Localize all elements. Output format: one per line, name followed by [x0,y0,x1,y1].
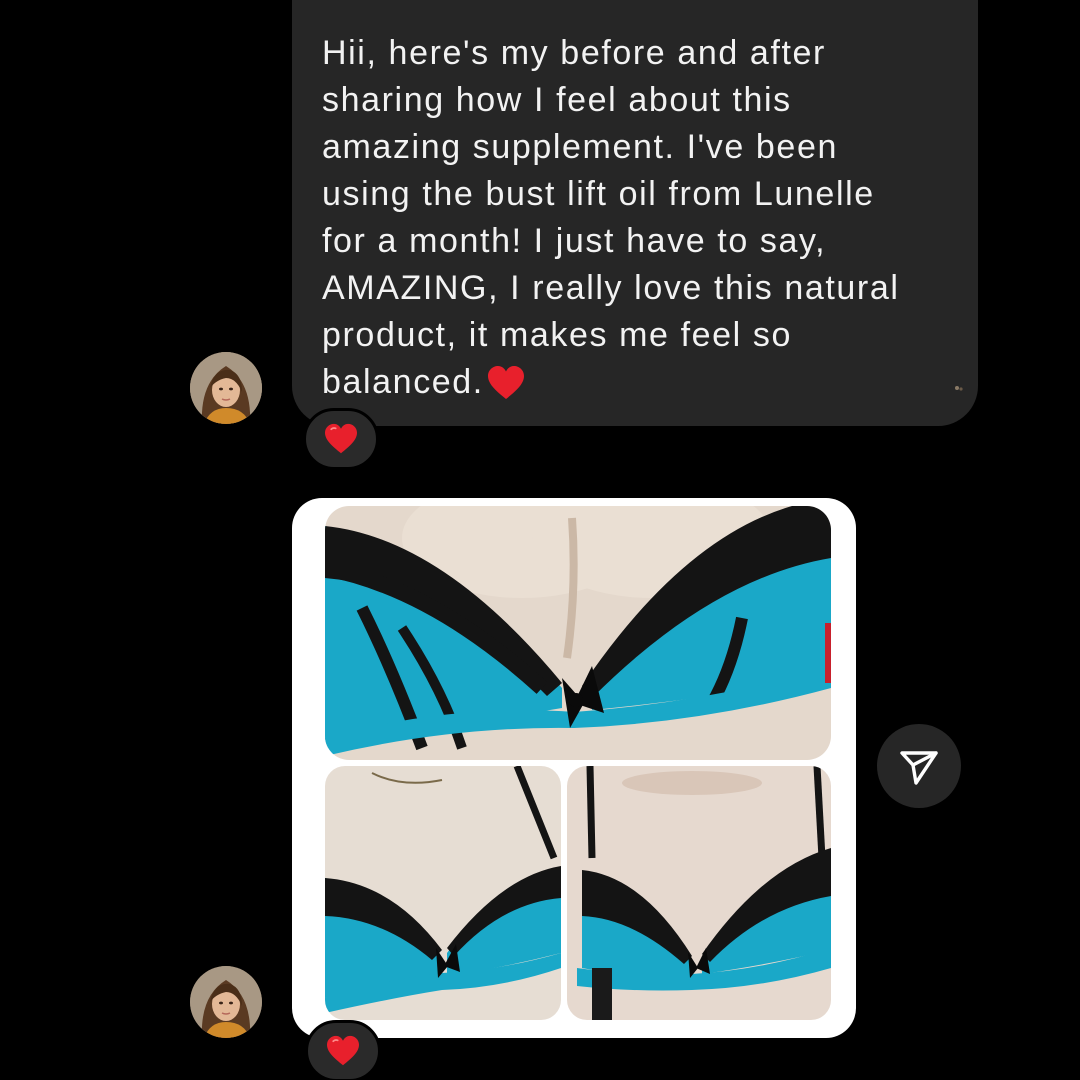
message-body: Hii, here's my before and after sharing … [322,34,900,401]
chat-screen: Hii, here's my before and after sharing … [0,0,1080,1080]
send-arrow-icon [900,751,938,785]
avatar-image [190,966,262,1038]
avatar-image [190,352,262,424]
share-button[interactable] [877,724,961,808]
message-bubble[interactable]: Hii, here's my before and after sharing … [292,0,978,426]
before-photo-panel [325,766,561,1020]
message-text: Hii, here's my before and after sharing … [322,30,948,406]
before-photo-panel-2 [567,766,831,1020]
before-after-photo [325,506,831,1020]
message-reaction[interactable] [303,408,379,470]
red-heart-icon [325,423,357,454]
dust-speck [955,386,963,391]
red-heart-icon [327,1035,359,1066]
after-photo-panel [325,506,831,760]
image-reaction[interactable] [305,1020,381,1080]
red-heart-icon [487,366,524,399]
image-message[interactable] [292,498,856,1038]
sender-avatar[interactable] [190,352,262,424]
sender-avatar[interactable] [190,966,262,1038]
